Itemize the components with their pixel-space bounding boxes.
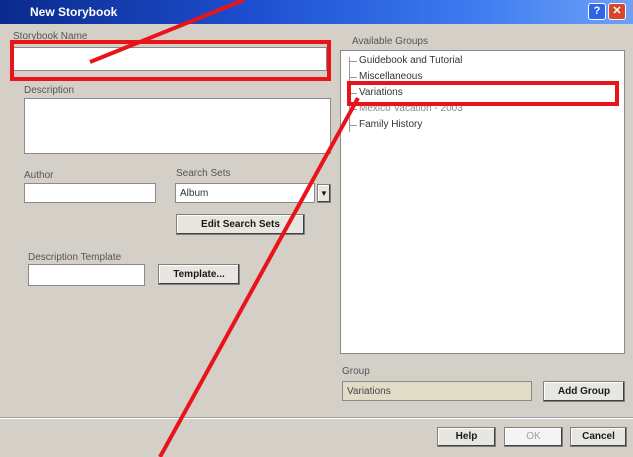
description-value (25, 99, 330, 105)
search-sets-dropdown-button[interactable]: ▼ (317, 184, 331, 203)
window-title: New Storybook (30, 5, 118, 19)
tree-tick (349, 109, 357, 110)
search-sets-select[interactable]: Album (175, 183, 315, 203)
description-template-label: Description Template (28, 252, 122, 263)
tree-tick (349, 61, 357, 62)
edit-search-sets-button[interactable]: Edit Search Sets (176, 214, 305, 235)
template-button[interactable]: Template... (158, 264, 240, 285)
description-textarea[interactable] (24, 98, 331, 154)
title-bar: New Storybook ? ✕ (0, 0, 633, 24)
annotation-box-variations (347, 81, 619, 106)
ok-button[interactable]: OK (504, 427, 563, 447)
available-groups-label: Available Groups (352, 36, 428, 47)
author-input[interactable] (24, 183, 156, 203)
group-item-guidebook[interactable]: Guidebook and Tutorial (359, 55, 462, 66)
description-template-input[interactable] (28, 264, 145, 286)
description-label: Description (24, 85, 75, 96)
edit-search-sets-label: Edit Search Sets (201, 219, 280, 230)
new-storybook-dialog: New Storybook ? ✕ Storybook Name Descrip… (0, 0, 633, 457)
help-label: Help (455, 431, 478, 442)
cancel-label: Cancel (582, 431, 615, 442)
group-label: Group (342, 366, 370, 377)
group-input[interactable]: Variations (342, 381, 532, 401)
template-label: Template... (173, 269, 225, 280)
help-icon[interactable]: ? (588, 3, 606, 20)
tree-tick (349, 125, 357, 126)
tree-tick (349, 77, 357, 78)
group-value: Variations (347, 386, 391, 397)
add-group-button[interactable]: Add Group (543, 381, 625, 402)
author-label: Author (24, 170, 54, 181)
help-button[interactable]: Help (437, 427, 496, 447)
ok-label: OK (526, 431, 541, 442)
annotation-box-name (10, 40, 331, 81)
add-group-label: Add Group (557, 386, 611, 397)
chevron-down-icon: ▼ (320, 189, 328, 198)
group-item-family-history[interactable]: Family History (359, 119, 422, 130)
cancel-button[interactable]: Cancel (570, 427, 627, 447)
footer-divider-highlight (0, 418, 633, 419)
close-icon[interactable]: ✕ (608, 3, 626, 20)
search-sets-label: Search Sets (176, 168, 231, 179)
search-sets-value: Album (180, 188, 209, 199)
